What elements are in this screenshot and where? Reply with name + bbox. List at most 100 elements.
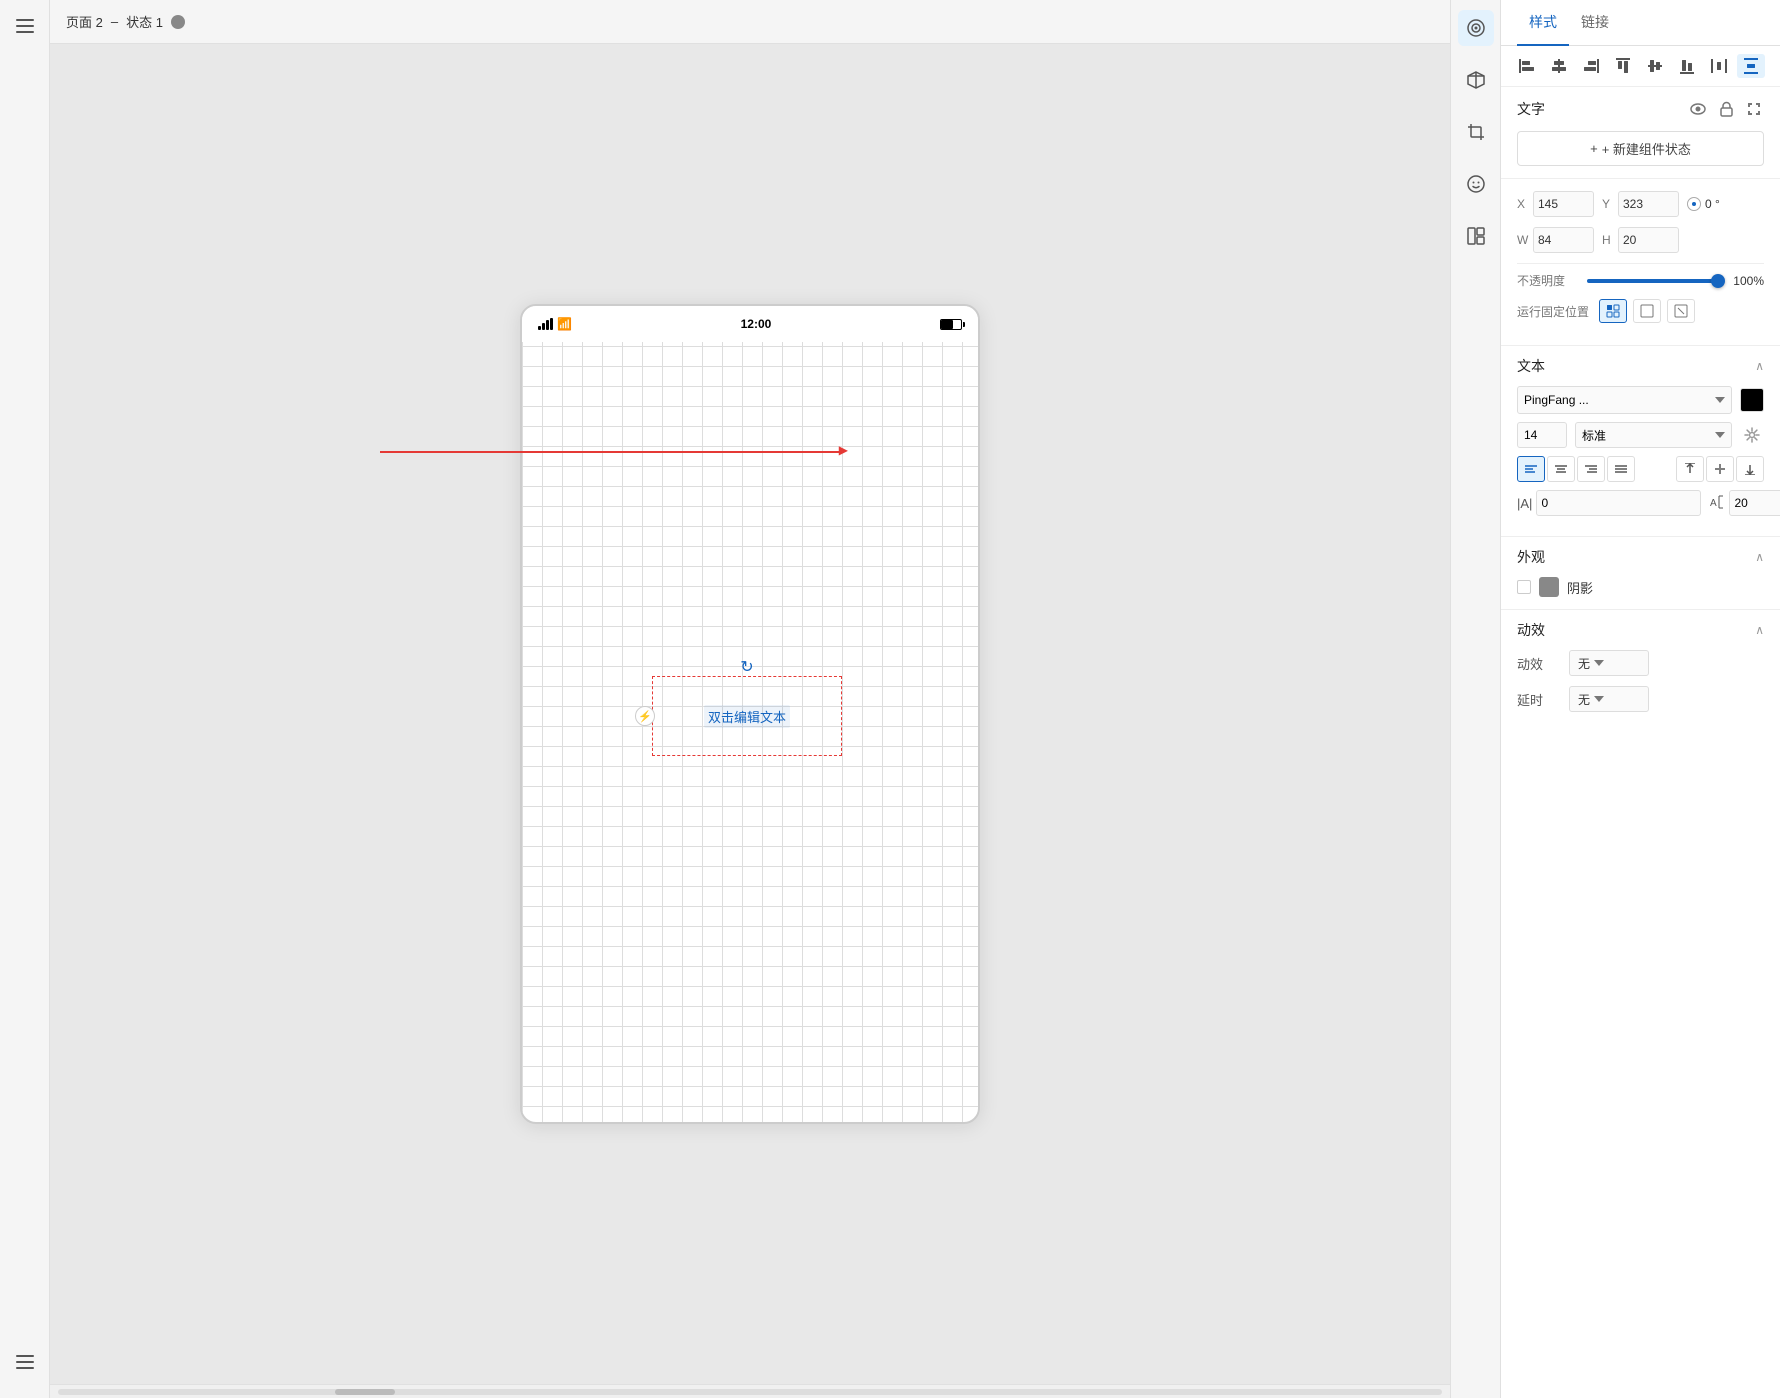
spacing-row: |A| A (1517, 490, 1764, 516)
phone-time: 12:00 (741, 317, 772, 331)
font-family-select[interactable]: PingFang ... (1517, 386, 1732, 414)
add-state-button[interactable]: + + 新建组件状态 (1517, 131, 1764, 166)
component-section-header: 文字 (1501, 87, 1780, 127)
text-collapse-icon: ∧ (1755, 359, 1764, 373)
letter-spacing-icon: |A| (1517, 496, 1532, 511)
svg-text:A: A (1710, 498, 1717, 509)
align-middle-v-btn[interactable] (1641, 54, 1669, 78)
rotation-value: 0 ° (1705, 197, 1729, 211)
canvas-area: 页面 2 – 状态 1 📶 12:00 (50, 0, 1450, 1398)
align-left-btn[interactable] (1517, 456, 1545, 482)
font-color-swatch[interactable] (1740, 388, 1764, 412)
align-left-edge-btn[interactable] (1513, 54, 1541, 78)
rotate-handle[interactable]: ↻ (740, 657, 753, 677)
align-top-edge-btn[interactable] (1609, 54, 1637, 78)
letter-spacing-input[interactable] (1536, 490, 1701, 516)
h-input[interactable] (1618, 227, 1679, 253)
opacity-slider-container[interactable] (1587, 279, 1718, 283)
right-panel: 样式 链接 文字 (1500, 0, 1780, 1398)
w-input[interactable] (1533, 227, 1594, 253)
letter-spacing-field: |A| (1517, 490, 1701, 516)
target-tool-btn[interactable] (1458, 10, 1494, 46)
crop-tool-btn[interactable] (1458, 114, 1494, 150)
font-weight-value: 标准 (1582, 427, 1606, 444)
shadow-checkbox[interactable] (1517, 580, 1531, 594)
selected-element[interactable]: ↻ ⚡ 双击编辑文本 (652, 676, 842, 756)
animation-section: 动效 ∧ 动效 无 延时 无 (1501, 609, 1780, 734)
font-weight-select[interactable]: 标准 (1575, 422, 1732, 448)
canvas-scrollbar[interactable] (50, 1384, 1450, 1398)
divider-2 (1517, 263, 1764, 264)
element-text[interactable]: 双击编辑文本 (704, 705, 790, 728)
scrollbar-track (58, 1389, 1442, 1395)
align-bottom-edge-btn[interactable] (1673, 54, 1701, 78)
align-justify-btn[interactable] (1607, 456, 1635, 482)
right-tools (1450, 0, 1500, 1398)
xy-row: X Y 0 ° (1517, 191, 1764, 217)
position-section: X Y 0 ° W H (1501, 179, 1780, 345)
valign-top-btn[interactable] (1676, 456, 1704, 482)
component-expand-btn[interactable] (1744, 99, 1764, 119)
menu-icon[interactable] (9, 10, 41, 42)
wifi-icon: 📶 (557, 317, 572, 331)
animation-select[interactable]: 无 (1569, 650, 1649, 676)
align-right-edge-btn[interactable] (1577, 54, 1605, 78)
h-field: H (1602, 227, 1679, 253)
align-center-btn[interactable] (1547, 456, 1575, 482)
status-dot (171, 15, 185, 29)
w-field: W (1517, 227, 1594, 253)
x-field: X (1517, 191, 1594, 217)
breadcrumb-separator: – (111, 14, 118, 29)
alignment-toolbar (1501, 46, 1780, 87)
visibility-toggle-btn[interactable] (1688, 99, 1708, 119)
y-label: Y (1602, 197, 1614, 211)
delay-select[interactable]: 无 (1569, 686, 1649, 712)
fixed-pos-btn-3[interactable] (1667, 299, 1695, 323)
opacity-value: 100% (1728, 274, 1764, 288)
valign-middle-btn[interactable] (1706, 456, 1734, 482)
valign-bottom-btn[interactable] (1736, 456, 1764, 482)
appearance-header[interactable]: 外观 ∧ (1501, 537, 1780, 577)
add-state-label: + 新建组件状态 (1602, 139, 1691, 158)
fixed-pos-btn-2[interactable] (1633, 299, 1661, 323)
emoji-tool-btn[interactable] (1458, 166, 1494, 202)
fixed-pos-btn-1[interactable] (1599, 299, 1627, 323)
align-right-btn[interactable] (1577, 456, 1605, 482)
layout-tool-btn[interactable] (1458, 218, 1494, 254)
arrow-connector (380, 451, 840, 453)
distribute-h-btn[interactable] (1705, 54, 1733, 78)
battery-icon (940, 319, 962, 330)
x-input[interactable] (1533, 191, 1594, 217)
distribute-v-btn[interactable] (1737, 54, 1765, 78)
x-label: X (1517, 197, 1529, 211)
lock-btn[interactable] (1716, 99, 1736, 119)
opacity-row: 不透明度 100% (1517, 272, 1764, 289)
font-family-value: PingFang ... (1524, 393, 1589, 407)
line-height-input[interactable] (1729, 490, 1780, 516)
delay-row: 延时 无 (1517, 686, 1764, 712)
font-settings-btn[interactable] (1740, 423, 1764, 447)
align-center-h-btn[interactable] (1545, 54, 1573, 78)
appearance-content: 阴影 (1501, 577, 1780, 609)
shadow-label: 阴影 (1567, 578, 1593, 597)
lightning-handle[interactable]: ⚡ (635, 706, 655, 726)
add-state-icon: + (1590, 141, 1598, 156)
wh-row: W H (1517, 227, 1764, 253)
canvas-content[interactable]: 📶 12:00 ↻ ⚡ 双击编辑文本 (50, 44, 1450, 1384)
font-size-input[interactable] (1517, 422, 1567, 448)
y-input[interactable] (1618, 191, 1679, 217)
scrollbar-thumb[interactable] (335, 1389, 395, 1395)
text-valign-group (1676, 456, 1764, 482)
w-label: W (1517, 233, 1529, 247)
cube-tool-btn[interactable] (1458, 62, 1494, 98)
opacity-slider[interactable] (1587, 279, 1718, 283)
opacity-label: 不透明度 (1517, 272, 1577, 289)
text-section-header[interactable]: 文本 ∧ (1501, 346, 1780, 386)
component-actions (1688, 99, 1764, 119)
layers-icon[interactable] (9, 1346, 41, 1378)
animation-content: 动效 无 延时 无 (1501, 650, 1780, 734)
animation-header[interactable]: 动效 ∧ (1501, 610, 1780, 650)
tab-style[interactable]: 样式 (1517, 0, 1569, 46)
tab-link[interactable]: 链接 (1569, 0, 1621, 46)
top-bar: 页面 2 – 状态 1 (50, 0, 1450, 44)
